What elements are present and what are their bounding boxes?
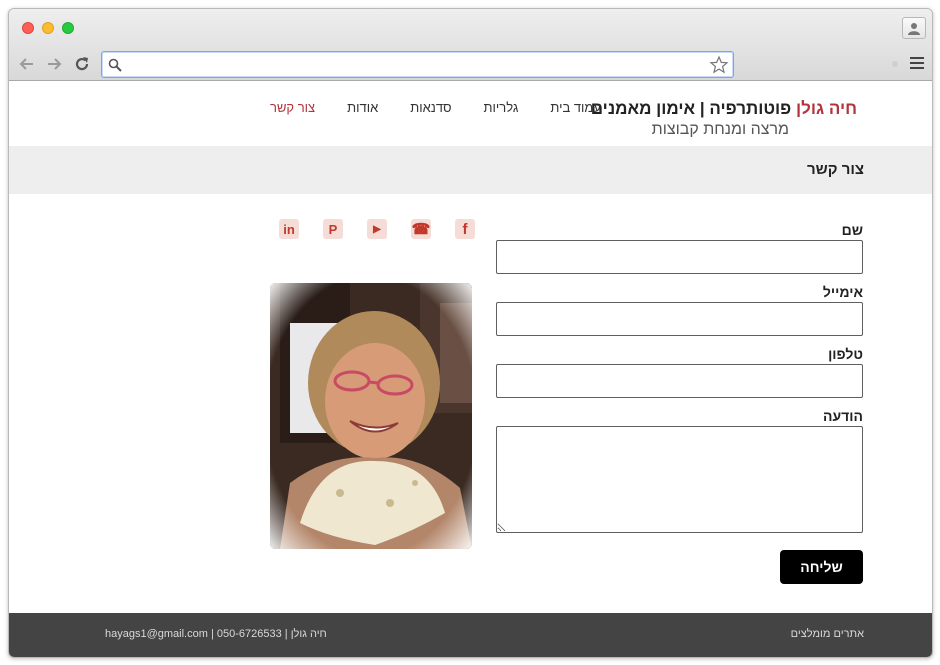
hamburger-menu-icon[interactable] — [910, 57, 924, 71]
page-title-band: צור קשר — [9, 146, 932, 194]
name-field[interactable] — [496, 240, 863, 274]
browser-toolbar — [9, 47, 932, 81]
page-title: צור קשר — [807, 161, 864, 178]
brand-subtitle: מרצה ומנחת קבוצות — [651, 121, 789, 138]
message-field[interactable] — [496, 426, 863, 533]
send-button[interactable]: שליחה — [780, 550, 863, 584]
profile-icon[interactable] — [902, 17, 926, 39]
phone-label: טלפון — [828, 346, 863, 362]
site-footer: אתרים מומלצים חיה גולן | 050-6726533 | h… — [9, 613, 932, 657]
maximize-window-button[interactable] — [62, 22, 74, 34]
forward-arrow-icon[interactable] — [45, 55, 63, 73]
main-nav: עמוד בית גלריות סדנאות אודות צור קשר — [254, 100, 617, 115]
site-header: חיה גולן פוטותרפיה | אימון מאמנים מרצה ו… — [9, 82, 932, 146]
title-bar — [9, 9, 932, 47]
linkedin-icon[interactable]: in — [279, 219, 299, 239]
nav-item-contact[interactable]: צור קשר — [254, 100, 331, 115]
search-icon — [108, 58, 122, 72]
email-field[interactable] — [496, 302, 863, 336]
nav-item-about[interactable]: אודות — [331, 100, 394, 115]
contact-form: שם אימייל טלפון הודעה שליחה — [496, 220, 863, 584]
close-window-button[interactable] — [22, 22, 34, 34]
reload-icon[interactable] — [73, 55, 91, 73]
portrait-photo — [270, 283, 472, 549]
back-arrow-icon[interactable] — [18, 55, 36, 73]
footer-contact-info: חיה גולן | 050-6726533 | hayags1@gmail.c… — [105, 628, 327, 640]
nav-item-galleries[interactable]: גלריות — [468, 100, 535, 115]
site-logo[interactable]: חיה גולן פוטותרפיה | אימון מאמנים מרצה ו… — [591, 99, 857, 139]
address-bar[interactable] — [101, 51, 734, 78]
brand-tagline: פוטותרפיה | אימון מאמנים — [590, 99, 792, 118]
extension-icon[interactable] — [892, 61, 898, 67]
brand-name: חיה גולן — [795, 99, 857, 118]
email-label: אימייל — [822, 284, 863, 300]
recommended-sites-link[interactable]: אתרים מומלצים — [791, 628, 864, 640]
message-label: הודעה — [823, 408, 863, 424]
pinterest-icon[interactable]: P — [323, 219, 343, 239]
star-icon[interactable] — [709, 55, 729, 75]
phone-field[interactable] — [496, 364, 863, 398]
name-label: שם — [841, 222, 863, 238]
social-links: in P ▶ ☎ f — [279, 219, 475, 239]
phone-icon[interactable]: ☎ — [411, 219, 431, 239]
url-input[interactable] — [128, 55, 698, 74]
browser-window: חיה גולן פוטותרפיה | אימון מאמנים מרצה ו… — [8, 8, 933, 658]
facebook-icon[interactable]: f — [455, 219, 475, 239]
nav-item-home[interactable]: עמוד בית — [534, 100, 617, 115]
nav-item-workshops[interactable]: סדנאות — [394, 100, 467, 115]
youtube-icon[interactable]: ▶ — [367, 219, 387, 239]
minimize-window-button[interactable] — [42, 22, 54, 34]
web-page: חיה גולן פוטותרפיה | אימון מאמנים מרצה ו… — [9, 82, 932, 657]
